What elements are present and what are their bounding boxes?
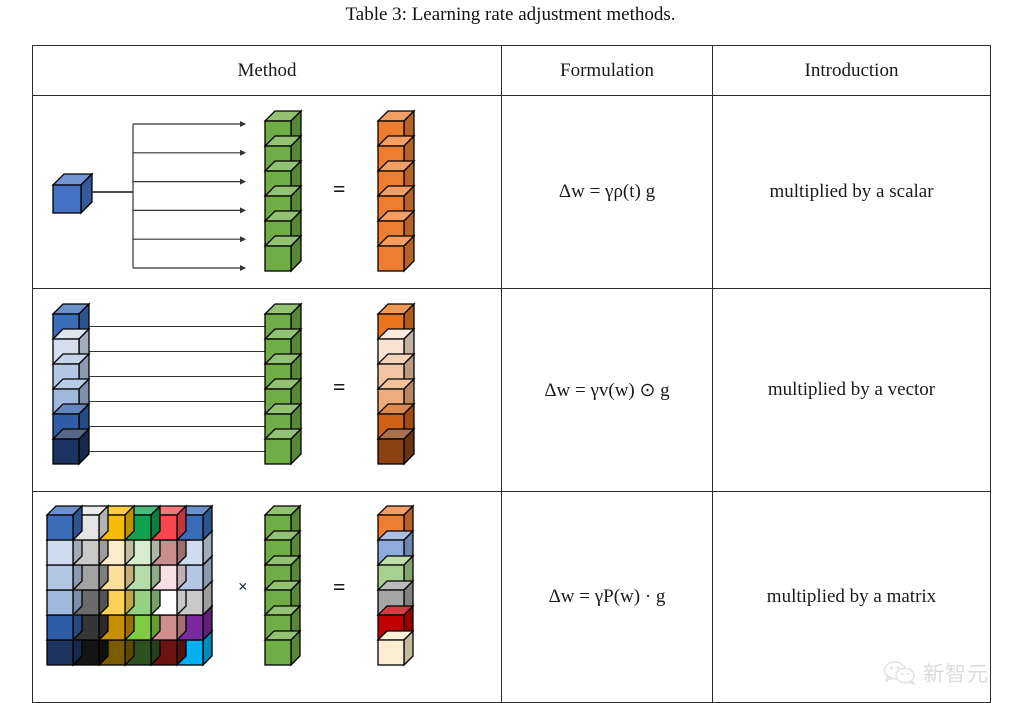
introduction-text-scalar: multiplied by a scalar bbox=[769, 181, 934, 202]
result-stack-cell-5 bbox=[376, 629, 415, 667]
arrow-head bbox=[240, 121, 246, 127]
equals-sign: = bbox=[333, 574, 346, 599]
table-header-row: Method Formulation Introduction bbox=[32, 45, 991, 96]
matrix-diagram-canvas bbox=[45, 504, 415, 667]
result-stack-cell-5 bbox=[376, 234, 416, 273]
introduction-text-matrix: multiplied by a matrix bbox=[766, 586, 937, 607]
method-diagram-scalar: = bbox=[32, 95, 502, 289]
method-diagram-matrix: × = bbox=[32, 491, 502, 703]
arrow-head bbox=[240, 265, 246, 271]
arrow-head bbox=[240, 207, 246, 214]
table-figure-page: Table 3: Learning rate adjustment method… bbox=[0, 0, 1021, 703]
gradient-stack-cell-5 bbox=[263, 629, 302, 667]
learning-rate-methods-table: Method Formulation Introduction = Δw = γ… bbox=[32, 45, 991, 703]
gradient-stack-cell-5 bbox=[263, 427, 303, 466]
vector-elementwise-diagram: = bbox=[33, 289, 501, 491]
scalar-diagram-canvas bbox=[51, 109, 416, 273]
equals-sign: = bbox=[333, 176, 346, 201]
column-header-introduction: Introduction bbox=[712, 45, 991, 96]
scalar-cube-blue bbox=[51, 172, 94, 215]
formula-text-scalar: Δw = γρ(t) g bbox=[558, 181, 656, 202]
vector-diagram-canvas bbox=[51, 302, 416, 466]
result-stack-cell-5 bbox=[376, 427, 416, 466]
formulation-matrix: Δw = γP(w) · g bbox=[501, 491, 713, 703]
formula-text-matrix: Δw = γP(w) · g bbox=[548, 586, 666, 607]
times-sign: × bbox=[238, 577, 248, 596]
gradient-stack-cell-5 bbox=[263, 234, 303, 273]
introduction-matrix: multiplied by a matrix bbox=[712, 491, 991, 703]
weight-stack-cell-5 bbox=[51, 427, 91, 466]
matrix-cell-0-0 bbox=[45, 504, 84, 542]
introduction-text-vector: multiplied by a vector bbox=[767, 379, 936, 400]
table-row: × = Δw = γP(w) · g multiplied by a matrix bbox=[32, 491, 991, 703]
table-row: = Δw = γv(w) ⊙ g multiplied by a vector bbox=[32, 288, 991, 492]
matrix-product-diagram: × = bbox=[33, 492, 501, 702]
method-diagram-vector: = bbox=[32, 288, 502, 492]
introduction-vector: multiplied by a vector bbox=[712, 288, 991, 492]
arrow-head bbox=[240, 149, 246, 156]
table-row: = Δw = γρ(t) g multiplied by a scalar bbox=[32, 95, 991, 289]
equals-sign: = bbox=[333, 374, 346, 399]
formulation-vector: Δw = γv(w) ⊙ g bbox=[501, 288, 713, 492]
formula-text-vector: Δw = γv(w) ⊙ g bbox=[544, 379, 670, 401]
arrow-head bbox=[240, 178, 246, 185]
formulation-scalar: Δw = γρ(t) g bbox=[501, 95, 713, 289]
scalar-broadcast-diagram: = bbox=[33, 96, 501, 288]
column-header-formulation: Formulation bbox=[501, 45, 713, 96]
column-header-method: Method bbox=[32, 45, 502, 96]
table-caption: Table 3: Learning rate adjustment method… bbox=[345, 4, 676, 25]
introduction-scalar: multiplied by a scalar bbox=[712, 95, 991, 289]
arrow-head bbox=[240, 236, 246, 243]
